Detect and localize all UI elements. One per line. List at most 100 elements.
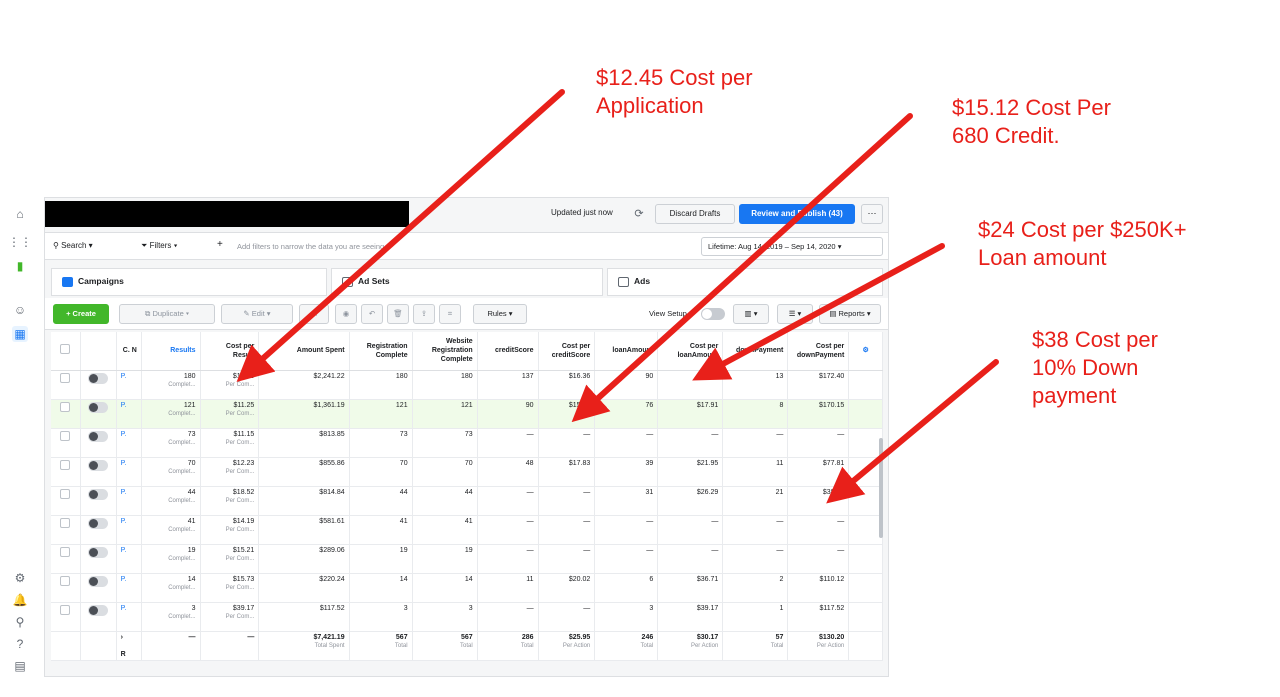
campaign-toggle[interactable]: [88, 459, 109, 471]
view-setup-toggle[interactable]: [701, 308, 725, 320]
row-checkbox[interactable]: [60, 372, 71, 383]
campaign-name-link[interactable]: P.: [116, 486, 142, 516]
row-checkbox[interactable]: [60, 401, 71, 412]
trash-icon[interactable]: 🗑: [387, 304, 409, 324]
campaign-toggle[interactable]: [88, 488, 109, 500]
edit-button[interactable]: ✎ Edit ▾: [221, 304, 293, 324]
campaign-toggle[interactable]: [88, 575, 109, 587]
select-all-checkbox[interactable]: [60, 344, 71, 355]
cell-value: 48: [525, 459, 534, 467]
settings-icon[interactable]: ⚙: [12, 570, 28, 586]
column-header[interactable]: [51, 332, 81, 371]
campaign-toggle[interactable]: [88, 372, 109, 384]
more-options-button[interactable]: ⋯: [861, 204, 883, 224]
campaign-toggle[interactable]: [88, 430, 109, 442]
column-header[interactable]: Website Registration Complete: [412, 332, 478, 371]
undo-icon[interactable]: ↶: [361, 304, 383, 324]
breakdown-dropdown[interactable]: ☰ ▾: [777, 304, 813, 324]
total-subtext: Total: [459, 642, 473, 649]
table-icon[interactable]: ▦: [12, 326, 28, 342]
tab-campaigns[interactable]: Campaigns: [51, 268, 327, 296]
review-publish-button[interactable]: Review and Publish (43): [739, 204, 855, 224]
help-icon[interactable]: ?: [12, 636, 28, 652]
preview-button[interactable]: ◉: [335, 304, 357, 324]
cell-cdp: $110.12: [787, 573, 850, 603]
row-checkbox[interactable]: [60, 604, 71, 615]
table-row[interactable]: P. 19 Complet... $15.21 Per Com... $289.06 19 1…: [51, 544, 883, 574]
campaign-name-link[interactable]: P.: [116, 399, 142, 429]
cell-results: 3 Complet...: [141, 602, 201, 632]
table-row[interactable]: P. 70 Complet... $12.23 Per Com... $855.86 70 7…: [51, 457, 883, 487]
reports-dropdown[interactable]: ▤ Reports ▾: [819, 304, 881, 324]
totals-expand[interactable]: › R: [116, 631, 142, 661]
column-header[interactable]: Results: [141, 332, 201, 371]
row-checkbox[interactable]: [60, 459, 71, 470]
column-header[interactable]: C. N: [116, 332, 142, 371]
expand-chevron-icon[interactable]: ›: [121, 634, 137, 641]
refresh-icon[interactable]: ⟳: [630, 205, 648, 223]
cell-la: 3: [594, 602, 659, 632]
column-header[interactable]: Cost per downPayment: [787, 332, 850, 371]
campaign-name-link[interactable]: P.: [116, 544, 142, 574]
campaign-name-link[interactable]: P.: [116, 457, 142, 487]
cell-value: 70: [464, 459, 473, 467]
filters-dropdown[interactable]: ⏷ Filters ▾: [141, 241, 178, 251]
columns-dropdown[interactable]: ▥ ▾: [733, 304, 769, 324]
cell-value: 44: [399, 488, 408, 496]
discard-drafts-button[interactable]: Discard Drafts: [655, 204, 735, 224]
column-header[interactable]: ⚙: [848, 332, 883, 371]
campaign-name-link[interactable]: P.: [116, 602, 142, 632]
row-checkbox[interactable]: [60, 546, 71, 557]
table-row[interactable]: P. 44 Complet... $18.52 Per Com... $814.84 44 4…: [51, 486, 883, 516]
column-header[interactable]: [80, 332, 117, 371]
column-header[interactable]: downPayment: [722, 332, 789, 371]
row-checkbox[interactable]: [60, 430, 71, 441]
campaign-name-link[interactable]: P.: [116, 515, 142, 545]
table-row[interactable]: P. 73 Complet... $11.15 Per Com... $813.85 73 7…: [51, 428, 883, 458]
notifications-icon[interactable]: 🔔: [12, 592, 28, 608]
customize-columns-icon[interactable]: ⚙: [863, 347, 869, 354]
column-header[interactable]: Registration Complete: [349, 332, 413, 371]
campaign-toggle[interactable]: [88, 604, 109, 616]
ab-test-button[interactable]: ⚗: [299, 304, 329, 324]
tab-ads[interactable]: Ads: [607, 268, 883, 296]
campaign-name-link[interactable]: P.: [116, 370, 142, 400]
column-header[interactable]: loanAmount: [594, 332, 659, 371]
table-row[interactable]: P. 180 Complet... $12.45 Per Com... $2,241.22…: [51, 370, 883, 400]
apps-grid-icon[interactable]: ⋮⋮: [8, 234, 32, 250]
tag-icon[interactable]: ⌗: [439, 304, 461, 324]
rules-dropdown[interactable]: Rules ▾: [473, 304, 527, 324]
column-header[interactable]: creditScore: [477, 332, 539, 371]
cell-cla: —: [657, 428, 724, 458]
table-row[interactable]: P. 14 Complet... $15.73 Per Com... $220.24 14 1…: [51, 573, 883, 603]
search-dropdown[interactable]: ⚲ Search ▾: [53, 241, 93, 250]
column-header[interactable]: Cost per loanAmount: [657, 332, 724, 371]
create-button[interactable]: + Create: [53, 304, 109, 324]
campaign-toggle[interactable]: [88, 517, 109, 529]
column-header[interactable]: Amount Spent: [258, 332, 350, 371]
export-icon[interactable]: ⇪: [413, 304, 435, 324]
cell-empty: [848, 428, 883, 458]
add-filter-button[interactable]: +: [217, 239, 223, 250]
row-checkbox[interactable]: [60, 517, 71, 528]
date-range-picker[interactable]: Lifetime: Aug 14, 2019 – Sep 14, 2020 ▾: [701, 237, 883, 256]
campaign-name-link[interactable]: P.: [116, 573, 142, 603]
column-header[interactable]: Cost per creditScore: [538, 332, 596, 371]
row-checkbox[interactable]: [60, 488, 71, 499]
column-header[interactable]: Cost per Result: [200, 332, 260, 371]
row-checkbox[interactable]: [60, 575, 71, 586]
search-icon[interactable]: ⚲: [12, 614, 28, 630]
duplicate-button[interactable]: ⧉ Duplicate ▾: [119, 304, 215, 324]
home-icon[interactable]: ⌂: [12, 206, 28, 222]
campaign-toggle[interactable]: [88, 546, 109, 558]
table-row[interactable]: P. 121 Complet... $11.25 Per Com... $1,361.19…: [51, 399, 883, 429]
campaign-name-link[interactable]: P.: [116, 428, 142, 458]
report-icon[interactable]: ▤: [12, 658, 28, 674]
table-row[interactable]: P. 3 Complet... $39.17 Per Com... $117.52 3 3— —…: [51, 602, 883, 632]
battery-icon[interactable]: ▮: [12, 258, 28, 274]
smiley-icon[interactable]: ☺: [12, 302, 28, 318]
table-scrollbar[interactable]: [879, 438, 883, 538]
tab-ad-sets[interactable]: Ad Sets: [331, 268, 603, 296]
table-row[interactable]: P. 41 Complet... $14.19 Per Com... $581.61 41 4…: [51, 515, 883, 545]
campaign-toggle[interactable]: [88, 401, 109, 413]
